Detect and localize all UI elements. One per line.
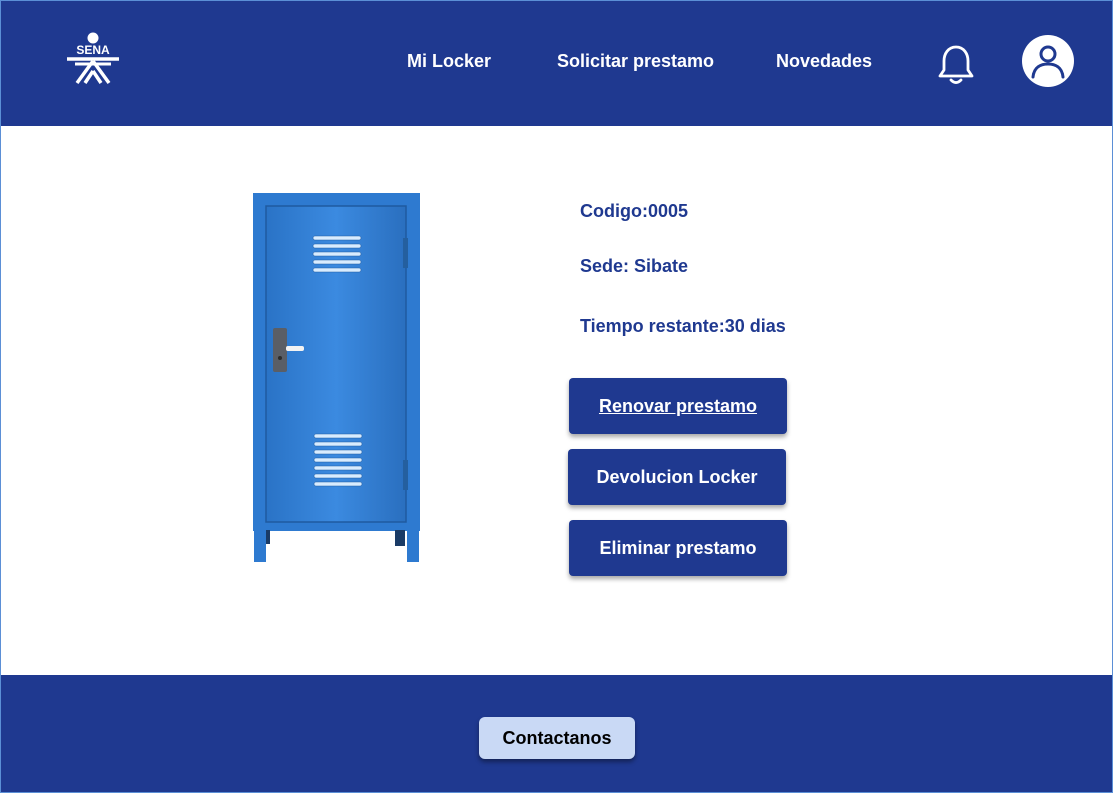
locker-remaining-time: Tiempo restante:30 dias xyxy=(580,316,786,336)
nav-solicitar-prestamo[interactable]: Solicitar prestamo xyxy=(557,51,714,72)
nav-mi-locker[interactable]: Mi Locker xyxy=(407,51,491,72)
svg-text:SENA: SENA xyxy=(76,43,110,57)
return-locker-button[interactable]: Devolucion Locker xyxy=(568,449,786,505)
locker-image xyxy=(253,193,420,562)
top-navbar: SENA Mi Locker Solicitar prestamo Noveda… xyxy=(1,1,1112,126)
user-avatar-icon[interactable] xyxy=(1022,35,1074,87)
locker-code: Codigo:0005 xyxy=(580,201,689,221)
user-silhouette-icon xyxy=(1031,45,1065,79)
footer: Contactanos xyxy=(1,675,1112,792)
bell-icon[interactable] xyxy=(937,43,975,85)
renew-loan-button[interactable]: Renovar prestamo xyxy=(569,378,787,434)
locker-sede: Sede: Sibate xyxy=(580,256,689,276)
nav-novedades[interactable]: Novedades xyxy=(776,51,872,72)
delete-loan-button[interactable]: Eliminar prestamo xyxy=(569,520,787,576)
contact-button[interactable]: Contactanos xyxy=(479,717,635,759)
sena-logo[interactable]: SENA xyxy=(63,31,123,87)
